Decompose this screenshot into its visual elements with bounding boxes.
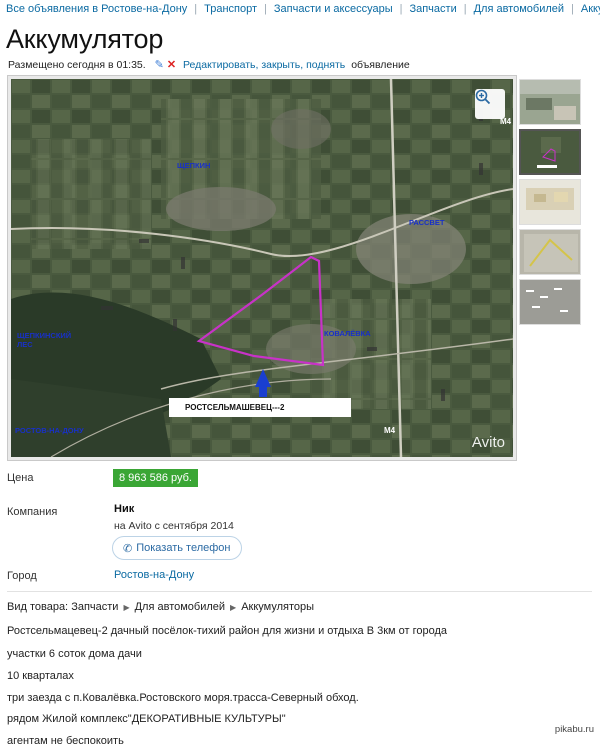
thumbnail-image bbox=[520, 180, 580, 224]
price-badge: 8 963 586 руб. bbox=[113, 469, 198, 487]
map-callout: РОСТСЕЛЬМАШЕВЕЦ---2 bbox=[169, 398, 351, 417]
city-label: Город bbox=[7, 570, 37, 582]
breadcrumb-item[interactable]: Запчасти и аксессуары bbox=[274, 3, 393, 15]
breadcrumb: Все объявления в Ростове-на-Дону | Транспо… bbox=[6, 3, 600, 15]
breadcrumb-item[interactable]: Все объявления в Ростове-на-Дону bbox=[6, 3, 187, 15]
category-item: Аккумуляторы bbox=[241, 601, 315, 613]
thumbnail[interactable] bbox=[519, 229, 581, 275]
city-link[interactable]: Ростов-на-Дону bbox=[114, 569, 194, 581]
seller-since: на Avito с сентября 2014 bbox=[114, 520, 234, 532]
page-title: Аккумулятор bbox=[6, 24, 164, 54]
description-line: рядом Жилой комплекс"ДЕКОРАТИВНЫЕ КУЛЬТУ… bbox=[7, 713, 286, 725]
watermark-text: Avito bbox=[471, 434, 505, 451]
breadcrumb-separator: | bbox=[463, 3, 467, 15]
thumbnail-image bbox=[520, 280, 580, 324]
breadcrumb-item[interactable]: Запчасти bbox=[409, 3, 456, 15]
zoom-icon bbox=[475, 89, 491, 105]
category-prefix: Вид товара: bbox=[7, 601, 69, 613]
posted-tail: объявление bbox=[351, 59, 410, 71]
thumbnail-image bbox=[521, 131, 579, 173]
description-line: 10 кварталах bbox=[7, 670, 74, 682]
seller-name[interactable]: Ник bbox=[114, 503, 134, 515]
edit-ad-link[interactable]: Редактировать, закрыть, поднять bbox=[183, 59, 345, 71]
thumbnail-image bbox=[520, 80, 580, 124]
map-label: РАССВЕТ bbox=[409, 218, 445, 227]
source-watermark: pikabu.ru bbox=[554, 724, 594, 735]
map-label: ЩЕПКИНСКИЙ ЛЕС bbox=[17, 331, 72, 349]
category-item: Запчасти bbox=[71, 601, 119, 613]
thumbnail[interactable] bbox=[519, 79, 581, 125]
breadcrumb-separator: | bbox=[264, 3, 267, 15]
map-label: КОВАЛЁВКА bbox=[324, 329, 371, 338]
posted-info: Размещено сегодня в 01:35. ✎ ✕ Редактиров… bbox=[8, 58, 410, 71]
category-item: Для автомобилей bbox=[134, 601, 226, 613]
main-photo[interactable]: ЩЕПКИН РАССВЕТ ЩЕПКИНСКИЙ ЛЕС КОВАЛЁВКА … bbox=[11, 79, 513, 457]
show-phone-label: Показать телефон bbox=[136, 542, 231, 554]
image-gallery: ЩЕПКИН РАССВЕТ ЩЕПКИНСКИЙ ЛЕС КОВАЛЁВКА … bbox=[7, 75, 517, 461]
description-line: участки 6 соток дома дачи bbox=[7, 648, 142, 660]
divider bbox=[7, 591, 592, 592]
price-row: Цена bbox=[7, 472, 33, 484]
show-phone-button[interactable]: ✆ Показать телефон bbox=[112, 536, 242, 560]
company-label: Компания bbox=[7, 506, 58, 518]
company-row: Компания bbox=[7, 506, 57, 518]
description-line: Ростсельмацевец-2 дачный посёлок-тихий р… bbox=[7, 625, 448, 637]
map-label: РОСТОВ-НА-ДОНУ bbox=[15, 426, 84, 435]
city-row: Город bbox=[7, 570, 37, 582]
posted-time: Размещено сегодня в 01:35. bbox=[8, 59, 146, 71]
breadcrumb-separator: | bbox=[399, 3, 403, 15]
triangle-right-icon: ▶ bbox=[230, 603, 237, 612]
price-label: Цена bbox=[7, 472, 34, 484]
breadcrumb-item[interactable]: Аккумул bbox=[581, 3, 600, 15]
breadcrumb-separator: | bbox=[571, 3, 574, 15]
phone-icon: ✆ bbox=[123, 542, 133, 555]
thumbnail-image bbox=[520, 230, 580, 274]
description-line: агентам не беспокоить bbox=[7, 735, 124, 745]
thumbnail[interactable] bbox=[519, 179, 581, 225]
map-road-label: М4 bbox=[384, 426, 396, 435]
map-road-label: М4 bbox=[500, 117, 512, 126]
thumbnail-active[interactable] bbox=[519, 129, 581, 175]
thumbnail[interactable] bbox=[519, 279, 581, 325]
map-label: ЩЕПКИН bbox=[177, 161, 211, 170]
breadcrumb-separator: | bbox=[194, 3, 198, 15]
triangle-right-icon: ▶ bbox=[123, 603, 130, 612]
zoom-in-button[interactable] bbox=[475, 89, 505, 119]
close-icon[interactable]: ✕ bbox=[167, 59, 176, 71]
category-line: Вид товара: Запчасти ▶ Для автомобилей ▶ Акк… bbox=[7, 601, 314, 613]
avito-watermark: Avito bbox=[472, 434, 505, 451]
breadcrumb-item[interactable]: Транспорт bbox=[204, 3, 257, 15]
pencil-icon[interactable]: ✎ bbox=[155, 59, 164, 71]
description-line: три заезда с п.Ковалёвка.Ростовского мор… bbox=[7, 692, 359, 704]
thumbnail-strip bbox=[519, 79, 581, 329]
breadcrumb-item[interactable]: Для автомобилей bbox=[474, 3, 564, 15]
